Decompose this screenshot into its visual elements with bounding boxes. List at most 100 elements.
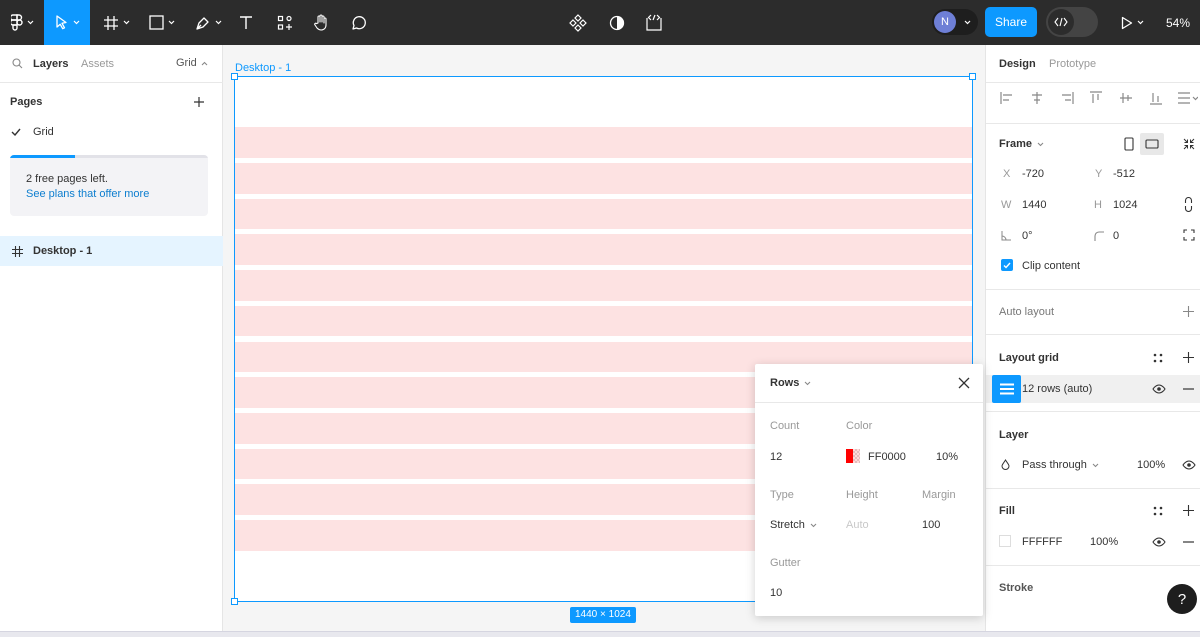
multiplayer-avatar-group[interactable]: N xyxy=(932,9,978,35)
layer-opacity-input[interactable]: 100% xyxy=(1137,459,1165,471)
clip-content-label: Clip content xyxy=(1022,260,1081,272)
page-item-grid[interactable]: Grid xyxy=(0,121,223,145)
present-button[interactable] xyxy=(1112,0,1152,45)
grid-type-dropdown[interactable]: Rows xyxy=(770,377,811,389)
upsell-link[interactable]: See plans that offer more xyxy=(26,188,149,200)
pen-tool-button[interactable] xyxy=(188,0,228,45)
frame-label[interactable]: Desktop - 1 xyxy=(235,62,291,74)
resize-handle[interactable] xyxy=(969,73,976,80)
grid-row xyxy=(234,270,973,301)
divider xyxy=(986,82,1200,83)
grid-row xyxy=(234,234,973,266)
y-input[interactable]: -512 xyxy=(1113,168,1135,180)
w-label: W xyxy=(1001,199,1012,211)
grid-color-opacity-input[interactable]: 10% xyxy=(936,451,958,463)
shape-tool-button[interactable] xyxy=(142,0,182,45)
dev-mode-button[interactable] xyxy=(640,0,668,45)
width-input[interactable]: 1440 xyxy=(1022,199,1046,211)
count-input[interactable]: 12 xyxy=(770,451,782,463)
grid-row xyxy=(234,163,973,194)
tab-design[interactable]: Design xyxy=(999,58,1036,70)
rows-grid-icon xyxy=(999,383,1014,395)
align-left-icon[interactable] xyxy=(1000,92,1014,104)
grid-color-swatch[interactable] xyxy=(846,449,860,463)
remove-icon[interactable] xyxy=(1183,541,1194,543)
hand-tool-button[interactable] xyxy=(306,0,336,45)
margin-input[interactable]: 100 xyxy=(922,519,940,531)
main-menu-button[interactable] xyxy=(0,0,44,45)
resize-handle[interactable] xyxy=(231,73,238,80)
resources-button[interactable] xyxy=(270,0,300,45)
blend-mode-dropdown[interactable]: Pass through xyxy=(1022,459,1099,471)
mask-button[interactable] xyxy=(604,0,630,45)
add-page-icon[interactable] xyxy=(193,96,205,108)
rotation-input[interactable]: 0° xyxy=(1022,230,1033,242)
divider xyxy=(986,411,1200,412)
eye-icon[interactable] xyxy=(1182,460,1196,470)
add-auto-layout-icon[interactable] xyxy=(1183,306,1194,317)
x-label: X xyxy=(1003,168,1011,180)
gutter-label: Gutter xyxy=(770,557,801,569)
x-input[interactable]: -720 xyxy=(1022,168,1044,180)
close-icon[interactable] xyxy=(958,377,970,389)
avatar[interactable]: N xyxy=(934,11,956,33)
align-vertical-center-icon[interactable] xyxy=(1120,91,1132,105)
corner-radius-input[interactable]: 0 xyxy=(1113,230,1119,242)
grid-color-hex-input[interactable]: FF0000 xyxy=(868,451,906,463)
layer-row-desktop-1[interactable]: Desktop - 1 xyxy=(0,236,223,266)
fill-color-swatch[interactable] xyxy=(999,535,1011,547)
fill-hex-input[interactable]: FFFFFF xyxy=(1022,536,1062,548)
distribute-icon[interactable] xyxy=(1178,92,1198,104)
clip-content-checkbox[interactable] xyxy=(1001,259,1013,271)
height-input[interactable]: 1024 xyxy=(1113,199,1137,211)
components-button[interactable] xyxy=(564,0,592,45)
remove-icon[interactable] xyxy=(1183,388,1194,390)
add-layout-grid-icon[interactable] xyxy=(1183,352,1194,363)
height-input[interactable]: Auto xyxy=(846,519,869,531)
resize-to-fit-icon[interactable] xyxy=(1183,138,1195,150)
corner-radius-icon xyxy=(1094,231,1104,241)
align-bottom-icon[interactable] xyxy=(1150,91,1162,105)
constrain-proportions-icon[interactable] xyxy=(1184,197,1193,212)
text-tool-button[interactable] xyxy=(232,0,260,45)
dev-mode-toggle[interactable] xyxy=(1046,7,1098,37)
align-horizontal-center-icon[interactable] xyxy=(1030,92,1044,104)
chevron-down-icon xyxy=(804,381,811,385)
frame-preset-dropdown[interactable]: Frame xyxy=(999,138,1044,150)
align-top-icon[interactable] xyxy=(1090,91,1102,105)
y-label: Y xyxy=(1095,168,1103,180)
chevron-down-icon xyxy=(964,20,971,25)
resize-handle[interactable] xyxy=(231,598,238,605)
fill-opacity-input[interactable]: 100% xyxy=(1090,536,1118,548)
frame-tool-button[interactable] xyxy=(96,0,136,45)
divider xyxy=(986,334,1200,335)
grid-settings-button[interactable] xyxy=(992,375,1021,403)
portrait-icon[interactable] xyxy=(1124,137,1134,151)
eye-icon[interactable] xyxy=(1152,537,1166,547)
move-tool-button[interactable] xyxy=(44,0,90,45)
height-label: Height xyxy=(846,489,878,501)
independent-corners-icon[interactable] xyxy=(1183,229,1195,241)
tab-assets[interactable]: Assets xyxy=(81,58,114,70)
eye-icon[interactable] xyxy=(1152,384,1166,394)
grid-styles-icon[interactable] xyxy=(1153,353,1163,363)
help-button[interactable]: ? xyxy=(1167,584,1197,614)
grid-row xyxy=(234,198,973,230)
tab-layers[interactable]: Layers xyxy=(33,58,68,70)
gutter-input[interactable]: 10 xyxy=(770,587,782,599)
tab-prototype[interactable]: Prototype xyxy=(1049,58,1096,70)
share-button[interactable]: Share xyxy=(985,7,1037,37)
comment-tool-button[interactable] xyxy=(344,0,374,45)
page-switcher[interactable]: Grid xyxy=(176,57,208,69)
landscape-toggle[interactable] xyxy=(1140,133,1164,155)
chevron-down-icon xyxy=(1037,142,1044,146)
chevron-down-icon xyxy=(1092,463,1099,467)
layout-grid-item[interactable]: 12 rows (auto) xyxy=(986,375,1200,403)
align-right-icon[interactable] xyxy=(1060,92,1074,104)
zoom-menu-button[interactable]: 54% xyxy=(1156,0,1200,45)
add-fill-icon[interactable] xyxy=(1183,505,1194,516)
fill-styles-icon[interactable] xyxy=(1153,506,1163,516)
grid-type-select[interactable]: Stretch xyxy=(770,519,817,531)
search-icon[interactable] xyxy=(12,58,23,69)
frame-section-title: Frame xyxy=(999,138,1033,150)
